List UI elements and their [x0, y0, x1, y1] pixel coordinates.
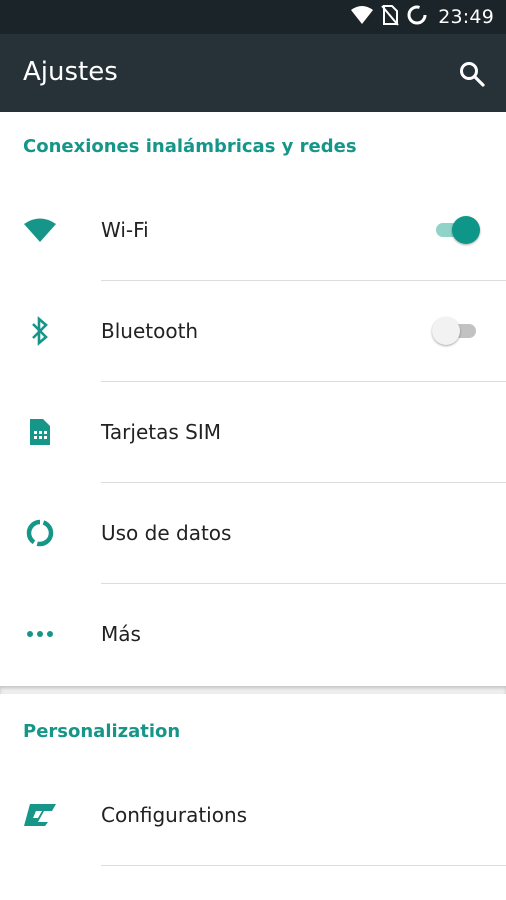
search-icon [460, 62, 485, 87]
settings-item-wifi[interactable]: Wi-Fi [0, 180, 506, 280]
divider [101, 865, 506, 866]
wifi-icon [350, 5, 374, 29]
app-bar: Ajustes [0, 34, 506, 112]
settings-item-data-usage[interactable]: Uso de datos [0, 483, 506, 583]
bluetooth-icon [20, 315, 60, 347]
settings-item-label: Uso de datos [101, 521, 232, 545]
data-usage-icon [20, 517, 60, 549]
settings-item-label: Wi-Fi [101, 218, 149, 242]
status-time: 23:49 [438, 6, 494, 28]
settings-item-more[interactable]: Más [0, 584, 506, 684]
settings-item-label: Bluetooth [101, 319, 199, 343]
settings-item-bluetooth[interactable]: Bluetooth [0, 281, 506, 381]
status-icons: 23:49 [350, 0, 494, 34]
status-bar: 23:49 [0, 0, 506, 34]
section-header-wireless: Conexiones inalámbricas y redes [23, 136, 357, 157]
settings-item-sim-cards[interactable]: Tarjetas SIM [0, 382, 506, 482]
settings-item-label: Más [101, 622, 141, 646]
wifi-icon [20, 214, 60, 246]
wifi-toggle[interactable] [434, 215, 480, 245]
loading-circle-icon [406, 4, 428, 30]
more-dots-icon [20, 618, 60, 650]
configurations-icon [20, 799, 60, 831]
toggle-thumb [432, 317, 460, 345]
search-button[interactable] [458, 60, 486, 88]
settings-item-label: Configurations [101, 803, 248, 827]
page-title: Ajustes [23, 57, 118, 87]
settings-item-label: Tarjetas SIM [101, 420, 221, 444]
section-header-personalization: Personalization [23, 721, 181, 742]
bluetooth-toggle[interactable] [432, 316, 480, 346]
no-sim-icon [380, 4, 400, 30]
settings-item-configurations[interactable]: Configurations [0, 765, 506, 865]
sim-card-icon [20, 416, 60, 448]
section-separator [0, 686, 506, 694]
toggle-thumb [452, 216, 480, 244]
